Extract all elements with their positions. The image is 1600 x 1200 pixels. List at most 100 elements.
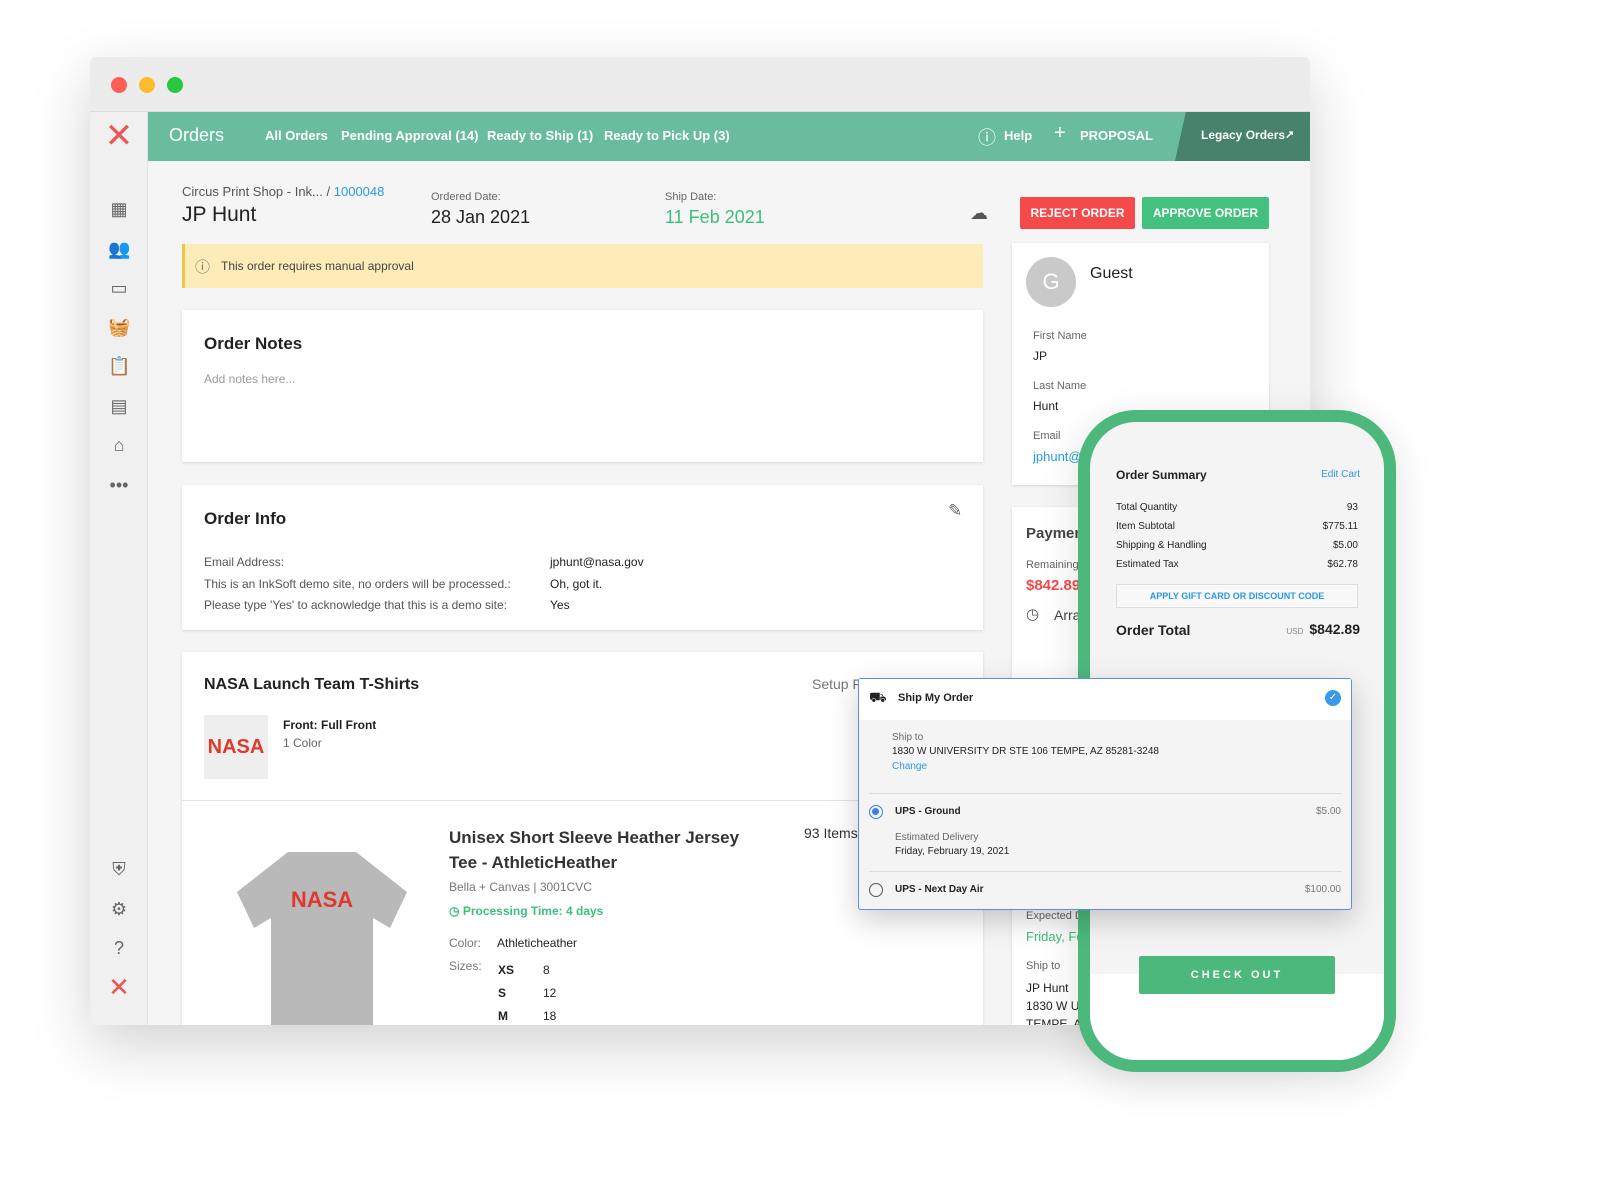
warning-text: This order requires manual approval <box>221 259 414 273</box>
payment-arrangement: Arra <box>1054 607 1081 623</box>
warning-banner: ⓘ This order requires manual approval <box>182 244 983 288</box>
tshirt-image[interactable]: NASA <box>237 852 407 1025</box>
summary-value: 93 <box>1346 502 1358 513</box>
divider <box>869 793 1342 794</box>
customer-name: JP Hunt <box>182 203 257 226</box>
tab-ready-to-ship[interactable]: Ready to Ship (1) <box>487 128 593 143</box>
tab-ready-to-pick-up[interactable]: Ready to Pick Up (3) <box>604 128 730 143</box>
color-value: Athleticheather <box>497 936 578 950</box>
ship-panel-header: ⛟ Ship My Order ✓ <box>859 679 1351 720</box>
proposal-button[interactable]: PROPOSAL <box>1080 128 1153 143</box>
processing-time: ◷ Processing Time: 4 days <box>449 904 603 918</box>
expected-label: Expected D <box>1026 910 1083 922</box>
info-value: Oh, got it. <box>550 576 603 591</box>
last-name-label: Last Name <box>1033 380 1087 392</box>
shipping-option-price: $100.00 <box>1304 884 1341 895</box>
inbox-icon[interactable]: ▭ <box>108 277 130 299</box>
ups-next-day-radio[interactable] <box>869 883 883 897</box>
basket-icon[interactable]: 🧺 <box>108 316 130 338</box>
legacy-orders-link[interactable]: Legacy Orders ↗ <box>1175 112 1310 161</box>
clipboard-icon[interactable]: 📋 <box>108 355 130 377</box>
ship-line: TEMPE, A <box>1026 1017 1082 1025</box>
gear-icon[interactable]: ⚙ <box>108 898 130 920</box>
sizes-label: Sizes: <box>449 959 482 973</box>
info-values: jphunt@nasa.gov Oh, got it. Yes <box>550 552 644 617</box>
store-icon[interactable]: ⌂ <box>108 434 130 456</box>
cloud-download-icon[interactable]: ☁ <box>970 203 988 224</box>
summary-key: Estimated Tax <box>1116 559 1179 570</box>
edit-cart-link[interactable]: Edit Cart <box>1321 469 1360 480</box>
external-link-icon: ↗ <box>1285 129 1295 141</box>
edit-pencil-icon[interactable]: ✎ <box>948 501 962 521</box>
shield-icon[interactable]: ⛨ <box>108 858 130 880</box>
order-total: USD $842.89 <box>1287 621 1361 637</box>
size-names: XS S M <box>498 959 514 1025</box>
tab-all-orders[interactable]: All Orders <box>265 128 328 143</box>
info-value: Yes <box>550 598 570 612</box>
shipping-option-name: UPS - Ground <box>895 806 961 817</box>
order-info-title: Order Info <box>204 509 287 528</box>
page-title: Orders <box>169 125 225 145</box>
info-key: Please type 'Yes' to acknowledge that th… <box>204 598 507 612</box>
ship-line: 1830 W U <box>1026 999 1080 1013</box>
size-name: XS <box>498 963 515 977</box>
more-icon[interactable]: ••• <box>108 474 130 496</box>
ship-to-address: JP Hunt 1830 W U TEMPE, A <box>1026 979 1081 1025</box>
last-name: Hunt <box>1033 399 1059 413</box>
truck-icon: ⛟ <box>869 689 887 705</box>
product-brand: Bella + Canvas | 3001CVC <box>449 880 592 894</box>
email-link[interactable]: jphunt@ <box>1033 449 1082 464</box>
estimated-delivery-label: Estimated Delivery <box>895 832 979 843</box>
item-count: 93 Items <box>804 825 858 841</box>
minimize-window-button[interactable] <box>139 77 155 93</box>
processing-text: Processing Time: 4 days <box>462 904 604 918</box>
ship-my-order-panel: ⛟ Ship My Order ✓ Ship to 1830 W UNIVERS… <box>858 678 1352 910</box>
estimated-delivery-date: Friday, February 19, 2021 <box>895 846 1010 857</box>
maximize-window-button[interactable] <box>167 77 183 93</box>
order-notes-title: Order Notes <box>204 334 303 353</box>
change-address-link[interactable]: Change <box>892 761 927 772</box>
ship-panel-title: Ship My Order <box>898 692 974 704</box>
title-bar <box>90 57 1310 112</box>
product-name: Unisex Short Sleeve Heather Jersey Tee -… <box>449 828 740 872</box>
alert-icon: ⓘ <box>195 259 211 276</box>
plus-icon[interactable]: + <box>1054 122 1066 145</box>
help-icon[interactable]: ? <box>108 937 130 959</box>
shipping-option-price: $5.00 <box>1315 806 1341 817</box>
breadcrumb-shop[interactable]: Circus Print Shop - Ink... <box>182 184 323 199</box>
tab-pending-approval[interactable]: Pending Approval (14) <box>341 128 478 143</box>
currency: USD <box>1286 627 1304 636</box>
reject-order-button[interactable]: REJECT ORDER <box>1020 197 1135 229</box>
checkout-button[interactable]: CHECK OUT <box>1139 956 1335 994</box>
order-info-card: Order Info ✎ Email Address: This is an I… <box>182 485 983 630</box>
info-keys: Email Address: This is an InkSoft demo s… <box>204 552 511 617</box>
dashboard-icon[interactable]: ▦ <box>108 198 130 220</box>
tshirt-logo: NASA <box>290 887 354 912</box>
decoration-location: Front: Full Front <box>283 718 377 732</box>
size-qty: 12 <box>543 986 557 1000</box>
decoration-thumbnail[interactable]: NASA <box>204 715 268 779</box>
order-id-link[interactable]: 1000048 <box>334 184 385 199</box>
info-key: This is an InkSoft demo site, no orders … <box>204 576 511 591</box>
summary-key: Item Subtotal <box>1116 521 1175 532</box>
order-notes-input[interactable]: Add notes here... <box>204 372 904 386</box>
order-total-label: Order Total <box>1116 622 1191 638</box>
summary-value: $62.78 <box>1327 559 1358 570</box>
help-link[interactable]: Help <box>1004 128 1032 143</box>
ups-ground-radio[interactable] <box>869 805 883 819</box>
ship-to-label: Ship to <box>1026 960 1061 972</box>
info-key: Email Address: <box>204 555 285 569</box>
product-group-title: NASA Launch Team T-Shirts <box>204 676 420 693</box>
account-logo-icon[interactable]: ✕ <box>108 974 130 1000</box>
help-circle-icon[interactable]: ⓘ <box>978 124 996 150</box>
ordered-date: 28 Jan 2021 <box>431 207 531 227</box>
app-logo-icon[interactable]: ✕ <box>100 117 138 155</box>
catalog-icon[interactable]: ▤ <box>108 395 130 417</box>
close-window-button[interactable] <box>111 77 127 93</box>
remaining-label: Remaining <box>1026 559 1079 571</box>
approve-order-button[interactable]: APPROVE ORDER <box>1142 197 1269 229</box>
summary-row: Total Quantity 93 <box>1116 502 1358 513</box>
apply-discount-button[interactable]: APPLY GIFT CARD OR DISCOUNT CODE <box>1116 584 1358 608</box>
decoration-colors: 1 Color <box>283 736 322 750</box>
users-icon[interactable]: 👥 <box>108 238 130 260</box>
